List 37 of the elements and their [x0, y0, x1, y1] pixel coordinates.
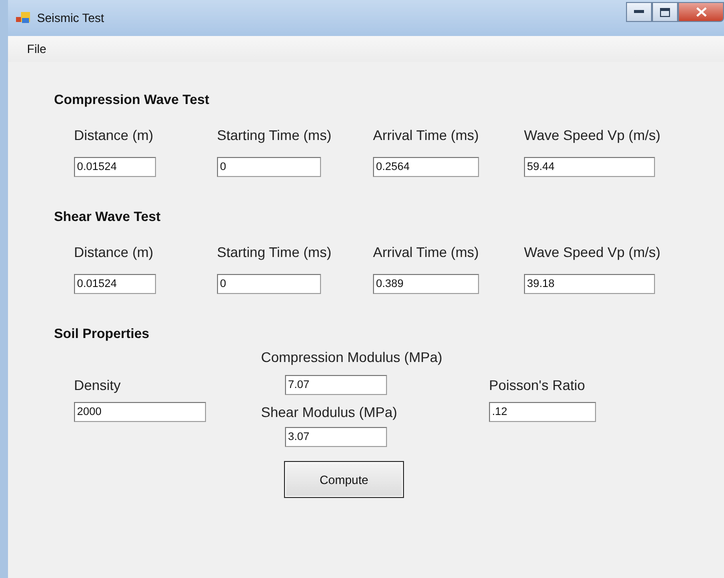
- minimize-button[interactable]: [626, 2, 652, 22]
- input-field[interactable]: 39.18: [524, 274, 655, 294]
- field-label: Starting Time (ms): [217, 244, 332, 260]
- maximize-icon: [660, 8, 670, 16]
- field-label: Poisson's Ratio: [489, 377, 586, 393]
- field-label: Compression Modulus (MPa): [261, 349, 442, 365]
- input-field[interactable]: 0.01524: [74, 157, 156, 177]
- menu-item[interactable]: File: [23, 40, 50, 58]
- field-label: Wave Speed Vp (m/s): [524, 244, 662, 260]
- input-field[interactable]: 3.07: [285, 427, 387, 447]
- field-label: Shear Modulus (MPa): [261, 404, 398, 420]
- app-icon: [16, 12, 30, 24]
- section-title: Shear Wave Test: [54, 209, 162, 224]
- close-button[interactable]: [678, 2, 724, 22]
- field-label: Distance (m): [74, 127, 154, 143]
- field-label: Wave Speed Vp (m/s): [524, 127, 662, 143]
- input-field[interactable]: 0: [217, 274, 321, 294]
- input-field[interactable]: 0.2564: [373, 157, 479, 177]
- input-field[interactable]: 0: [217, 157, 321, 177]
- section-title: Compression Wave Test: [54, 92, 210, 107]
- input-field[interactable]: 0.389: [373, 274, 479, 294]
- input-field[interactable]: .12: [489, 402, 596, 422]
- close-icon: [696, 7, 706, 17]
- field-label: Density: [74, 377, 121, 393]
- field-label: Arrival Time (ms): [373, 244, 480, 260]
- window-title: Seismic Test: [37, 11, 104, 25]
- field-label: Distance (m): [74, 244, 154, 260]
- field-label: Arrival Time (ms): [373, 127, 480, 143]
- maximize-button[interactable]: [652, 2, 678, 22]
- input-field[interactable]: 7.07: [285, 375, 387, 395]
- minimize-icon: [634, 10, 644, 14]
- input-field[interactable]: 59.44: [524, 157, 655, 177]
- field-label: Starting Time (ms): [217, 127, 332, 143]
- compute-button[interactable]: Compute: [284, 461, 404, 498]
- input-field[interactable]: 2000: [74, 402, 206, 422]
- section-title: Soil Properties: [54, 326, 150, 341]
- input-field[interactable]: 0.01524: [74, 274, 156, 294]
